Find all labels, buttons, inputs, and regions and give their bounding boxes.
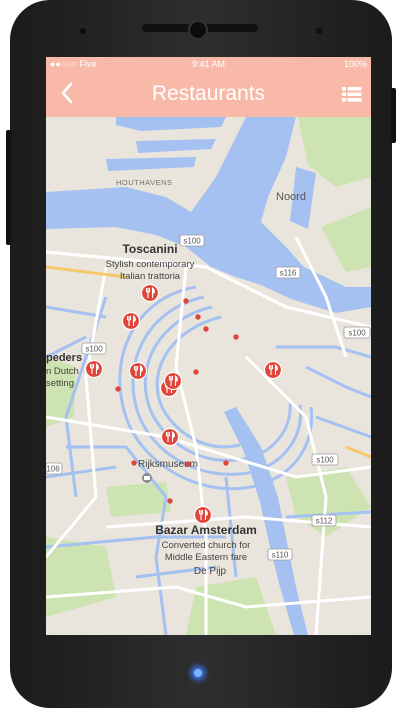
- front-camera: [188, 20, 208, 40]
- page-title: Restaurants: [151, 82, 266, 105]
- restaurant-marker[interactable]: [193, 505, 213, 525]
- restaurant-marker[interactable]: [140, 283, 160, 303]
- chevron-left-icon: [61, 82, 73, 104]
- place-title-bazar: Bazar Amsterdam: [155, 523, 257, 537]
- list-view-button[interactable]: [339, 81, 365, 107]
- edge-place-title: peders: [46, 352, 82, 364]
- light-sensor: [316, 28, 322, 34]
- district-label-houthavens: HOUTHAVENS: [116, 178, 173, 187]
- svg-text:s100: s100: [183, 237, 201, 246]
- road-shield: s116: [275, 266, 301, 279]
- battery-level: 100%: [343, 59, 367, 69]
- svg-text:s112: s112: [316, 517, 333, 526]
- svg-text:s100: s100: [85, 345, 103, 354]
- restaurant-marker[interactable]: [121, 311, 141, 331]
- list-view-icon: [342, 87, 362, 102]
- restaurant-marker[interactable]: [84, 359, 104, 379]
- place-desc-toscanini: Stylish contemporary: [106, 259, 195, 270]
- road-shield: s100: [179, 234, 205, 247]
- restaurant-marker[interactable]: [160, 427, 180, 447]
- power-button: [391, 88, 396, 143]
- map-view[interactable]: HOUTHAVENS Noord s100 s116 s100 s100 s10…: [46, 117, 371, 635]
- screen: ●●○○○ Five 9:41 AM 100% Restaurants HOUT…: [46, 57, 371, 635]
- svg-text:s116: s116: [280, 269, 297, 278]
- road-shield: s112: [311, 514, 337, 527]
- svg-text:s100: s100: [316, 456, 334, 465]
- svg-text:s100: s100: [348, 329, 366, 338]
- place-desc-bazar: Converted church for: [162, 540, 251, 551]
- district-label-noord: Noord: [276, 191, 306, 203]
- place-desc-bazar: Middle Eastern fare: [165, 552, 247, 563]
- road-shield: s100: [311, 453, 339, 466]
- status-time: 9:41 AM: [191, 59, 226, 69]
- road-shield: 106: [46, 462, 63, 475]
- museum-icon: [142, 473, 152, 483]
- restaurant-marker[interactable]: [163, 371, 183, 391]
- road-shield: s100: [81, 342, 107, 355]
- restaurant-marker[interactable]: [263, 360, 283, 380]
- back-button[interactable]: [52, 77, 82, 109]
- road-shield: s100: [343, 326, 371, 339]
- proximity-sensor: [80, 28, 86, 34]
- neighborhood-label: De Pijp: [194, 566, 227, 577]
- restaurant-marker[interactable]: [128, 361, 148, 381]
- app-bar: Restaurants: [46, 71, 371, 117]
- place-desc-toscanini: Italian trattoria: [120, 271, 181, 282]
- status-bar: ●●○○○ Five 9:41 AM 100%: [46, 57, 371, 71]
- volume-button: [6, 130, 11, 245]
- edge-place-desc: setting: [46, 378, 74, 389]
- place-title-toscanini: Toscanini: [122, 242, 177, 256]
- edge-place-desc: n Dutch: [46, 366, 79, 377]
- svg-text:s110: s110: [272, 551, 289, 560]
- phone-frame: ●●○○○ Five 9:41 AM 100% Restaurants HOUT…: [6, 0, 396, 708]
- road-shield: s110: [267, 548, 293, 561]
- notification-led: [194, 669, 202, 677]
- svg-text:106: 106: [46, 465, 60, 474]
